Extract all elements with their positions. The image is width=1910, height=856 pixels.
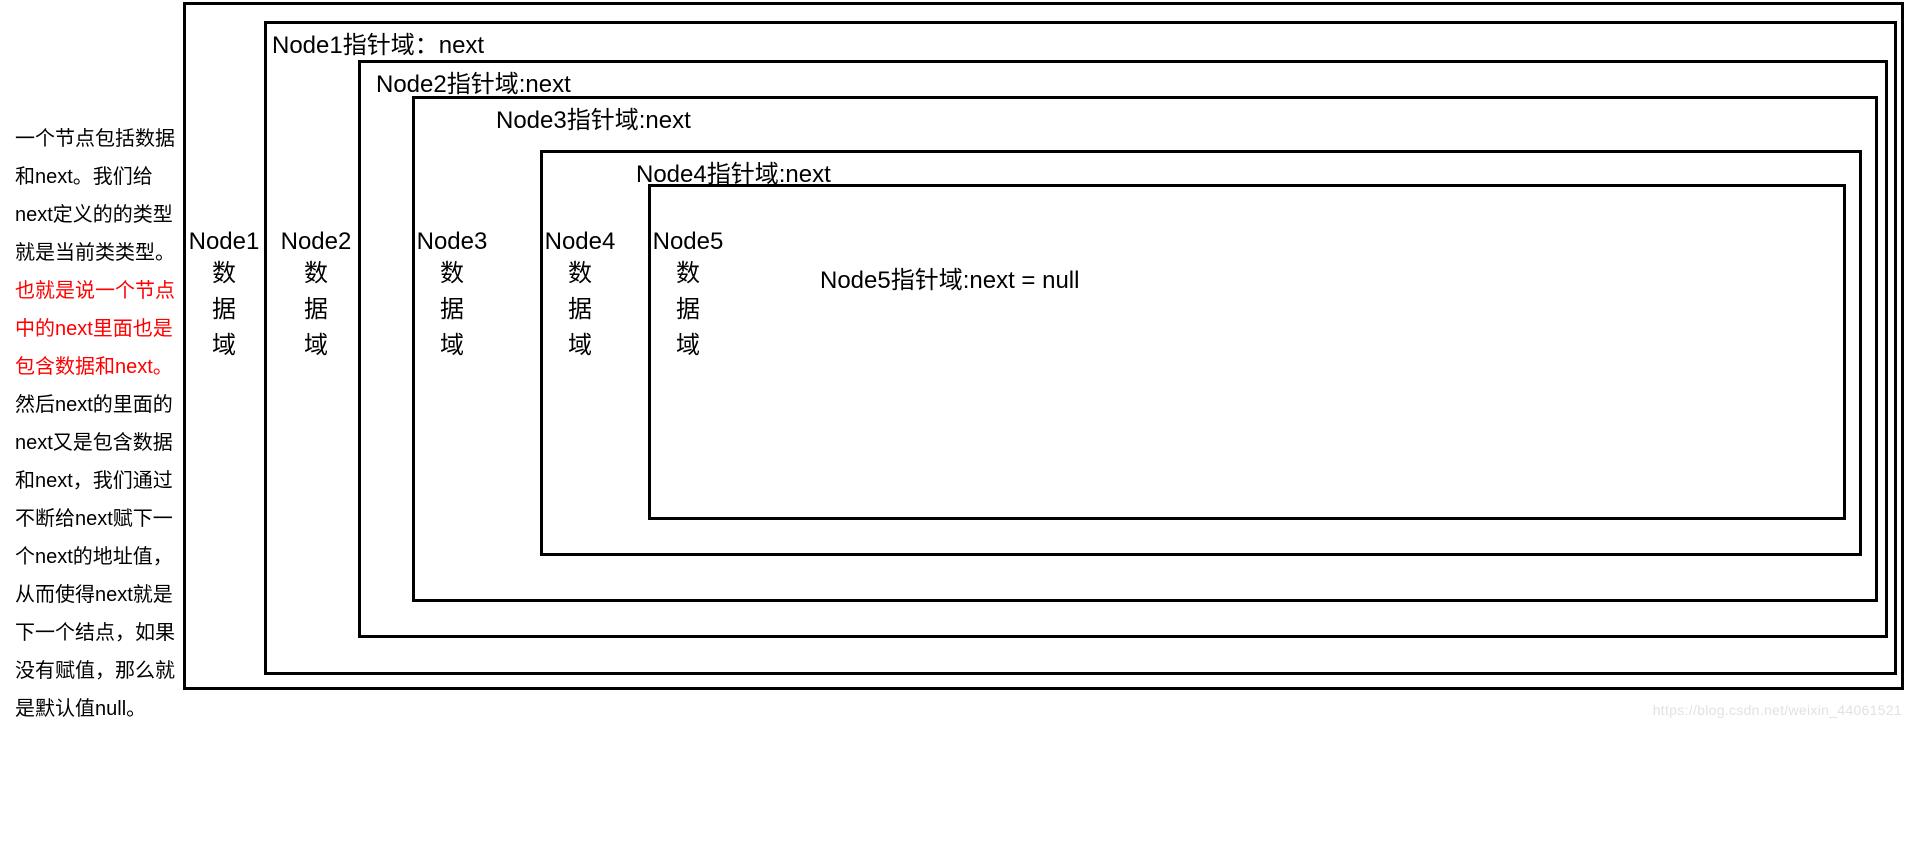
node2-field-c3: 域	[280, 328, 352, 364]
node3-name: Node3	[416, 228, 488, 256]
explanation-text: 一个节点包括数据和next。我们给next定义的的类型就是当前类类型。也就是说一…	[15, 120, 175, 728]
node2-name: Node2	[280, 228, 352, 256]
node4-field-c3: 域	[544, 328, 616, 364]
node4-field-c2: 据	[544, 292, 616, 328]
node2-field-c1: 数	[280, 256, 352, 292]
node3-field-c3: 域	[416, 328, 488, 364]
node5-field-c3: 域	[652, 328, 724, 364]
node1-field-c1: 数	[188, 256, 260, 292]
node4-data-label: Node4 数 据 域	[544, 228, 616, 364]
node1-field-c3: 域	[188, 328, 260, 364]
node1-data-label: Node1 数 据 域	[188, 228, 260, 364]
node5-data-label: Node5 数 据 域	[652, 228, 724, 364]
node2-next-title: Node2指针域:next	[376, 64, 571, 99]
node5-field-c2: 据	[652, 292, 724, 328]
node1-next-title: Node1指针域：next	[272, 25, 484, 60]
watermark-text: https://blog.csdn.net/weixin_44061521	[1653, 702, 1902, 718]
node3-next-title: Node3指针域:next	[496, 100, 691, 135]
node3-field-c2: 据	[416, 292, 488, 328]
node3-field-c1: 数	[416, 256, 488, 292]
node5-name: Node5	[652, 228, 724, 256]
node1-field-c2: 据	[188, 292, 260, 328]
explanation-part2: 然后next的里面的next又是包含数据和next，我们通过不断给next赋下一…	[15, 394, 175, 720]
node5-field-c1: 数	[652, 256, 724, 292]
explanation-part1: 一个节点包括数据和next。我们给next定义的的类型就是当前类类型。	[15, 128, 175, 264]
node4-name: Node4	[544, 228, 616, 256]
node2-data-label: Node2 数 据 域	[280, 228, 352, 364]
node4-field-c1: 数	[544, 256, 616, 292]
explanation-highlight: 也就是说一个节点中的next里面也是包含数据和next。	[15, 280, 175, 378]
node5-next-title: Node5指针域:next = null	[820, 260, 1079, 295]
node2-field-c2: 据	[280, 292, 352, 328]
node1-name: Node1	[188, 228, 260, 256]
node3-data-label: Node3 数 据 域	[416, 228, 488, 364]
node5-next-box	[648, 184, 1846, 520]
